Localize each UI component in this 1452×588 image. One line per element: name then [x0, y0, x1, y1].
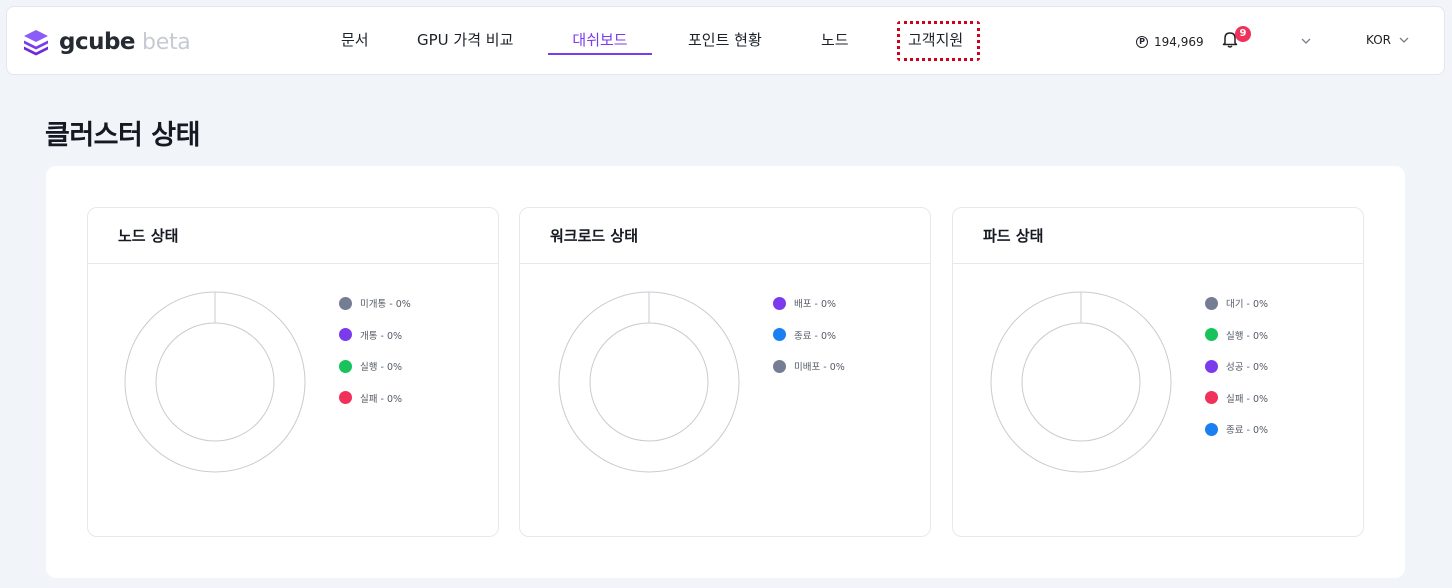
legend: 배포 - 0% 종료 - 0% 미배포 - 0% — [773, 296, 845, 391]
notification-count-badge: 9 — [1235, 26, 1251, 42]
legend-item: 개통 - 0% — [339, 328, 411, 342]
card-title: 워크로드 상태 — [520, 208, 930, 264]
nav-docs[interactable]: 문서 — [341, 29, 369, 53]
legend-label: 실행 - 0% — [1226, 330, 1269, 342]
active-nav-indicator — [548, 53, 652, 55]
logo[interactable]: gcube beta — [21, 26, 191, 58]
logo-name: gcube — [59, 29, 136, 55]
legend-label: 대기 - 0% — [1226, 299, 1269, 310]
legend-item: 미개통 - 0% — [339, 296, 411, 310]
legend-dot — [1205, 391, 1218, 404]
card-title: 노드 상태 — [88, 208, 498, 264]
legend-dot — [339, 328, 352, 341]
language-selector[interactable]: KOR — [1366, 33, 1410, 47]
legend-label: 개통 - 0% — [360, 330, 403, 342]
legend-item: 미배포 - 0% — [773, 359, 845, 373]
chevron-down-icon — [1399, 37, 1409, 43]
legend-dot — [339, 359, 352, 373]
legend: 대기 - 0% 실행 - 0% 성공 - 0% 실패 - 0% 종료 - 0% — [1205, 296, 1268, 454]
top-navbar: gcube beta 문서 GPU 가격 비교 대쉬보드 포인트 현황 노드 고… — [6, 6, 1445, 75]
legend-dot — [773, 328, 786, 341]
node-status-card: 노드 상태 미개통 - 0% 개통 - 0% 실행 - 0% 실패 - 0% — [87, 207, 499, 537]
workload-status-card: 워크로드 상태 배포 - 0% 종료 - 0% 미배포 - 0% — [519, 207, 931, 537]
legend-dot — [1205, 328, 1218, 341]
legend-dot — [339, 296, 352, 310]
nav-nodes[interactable]: 노드 — [821, 29, 849, 53]
legend-item: 실행 - 0% — [339, 359, 411, 373]
legend: 미개통 - 0% 개통 - 0% 실행 - 0% 실패 - 0% — [339, 296, 411, 422]
nav-gpu-price-compare[interactable]: GPU 가격 비교 — [417, 29, 513, 53]
points-value: 194,969 — [1154, 35, 1204, 49]
legend-dot — [1205, 296, 1218, 310]
legend-label: 실행 - 0% — [360, 362, 403, 373]
legend-dot — [773, 296, 786, 310]
donut-chart — [558, 291, 740, 473]
legend-label: 배포 - 0% — [794, 299, 837, 310]
legend-item: 실행 - 0% — [1205, 328, 1268, 342]
legend-item: 배포 - 0% — [773, 296, 845, 310]
legend-label: 실패 - 0% — [360, 393, 403, 405]
donut-chart — [124, 291, 306, 473]
legend-item: 종료 - 0% — [1205, 422, 1268, 436]
legend-label: 미배포 - 0% — [794, 362, 845, 373]
donut-chart — [990, 291, 1172, 473]
legend-label: 미개통 - 0% — [360, 299, 411, 310]
legend-label: 종료 - 0% — [1226, 425, 1269, 436]
legend-item: 실패 - 0% — [339, 391, 411, 405]
legend-dot — [773, 359, 786, 373]
card-title: 파드 상태 — [953, 208, 1363, 264]
point-icon: P — [1136, 36, 1148, 48]
legend-label: 종료 - 0% — [794, 330, 837, 342]
stacked-cube-icon — [24, 30, 48, 56]
legend-item: 성공 - 0% — [1205, 359, 1268, 373]
pod-status-card: 파드 상태 대기 - 0% 실행 - 0% 성공 - 0% 실패 - 0% 종료… — [952, 207, 1364, 537]
legend-dot — [1205, 422, 1218, 436]
legend-dot — [339, 391, 352, 404]
language-label: KOR — [1366, 33, 1391, 47]
nav-customer-support[interactable]: 고객지원 — [908, 29, 963, 53]
user-menu-chevron-down-icon[interactable] — [1300, 35, 1312, 47]
page-title: 클러스터 상태 — [45, 120, 200, 151]
logo-beta-label: beta — [142, 29, 191, 55]
legend-item: 실패 - 0% — [1205, 391, 1268, 405]
nav-point-status[interactable]: 포인트 현황 — [688, 29, 762, 53]
legend-label: 실패 - 0% — [1226, 393, 1269, 405]
legend-item: 종료 - 0% — [773, 328, 845, 342]
legend-dot — [1205, 359, 1218, 373]
points-balance[interactable]: P 194,969 — [1136, 33, 1204, 51]
nav-dashboard[interactable]: 대쉬보드 — [548, 29, 652, 53]
legend-label: 성공 - 0% — [1226, 362, 1269, 373]
legend-item: 대기 - 0% — [1205, 296, 1268, 310]
